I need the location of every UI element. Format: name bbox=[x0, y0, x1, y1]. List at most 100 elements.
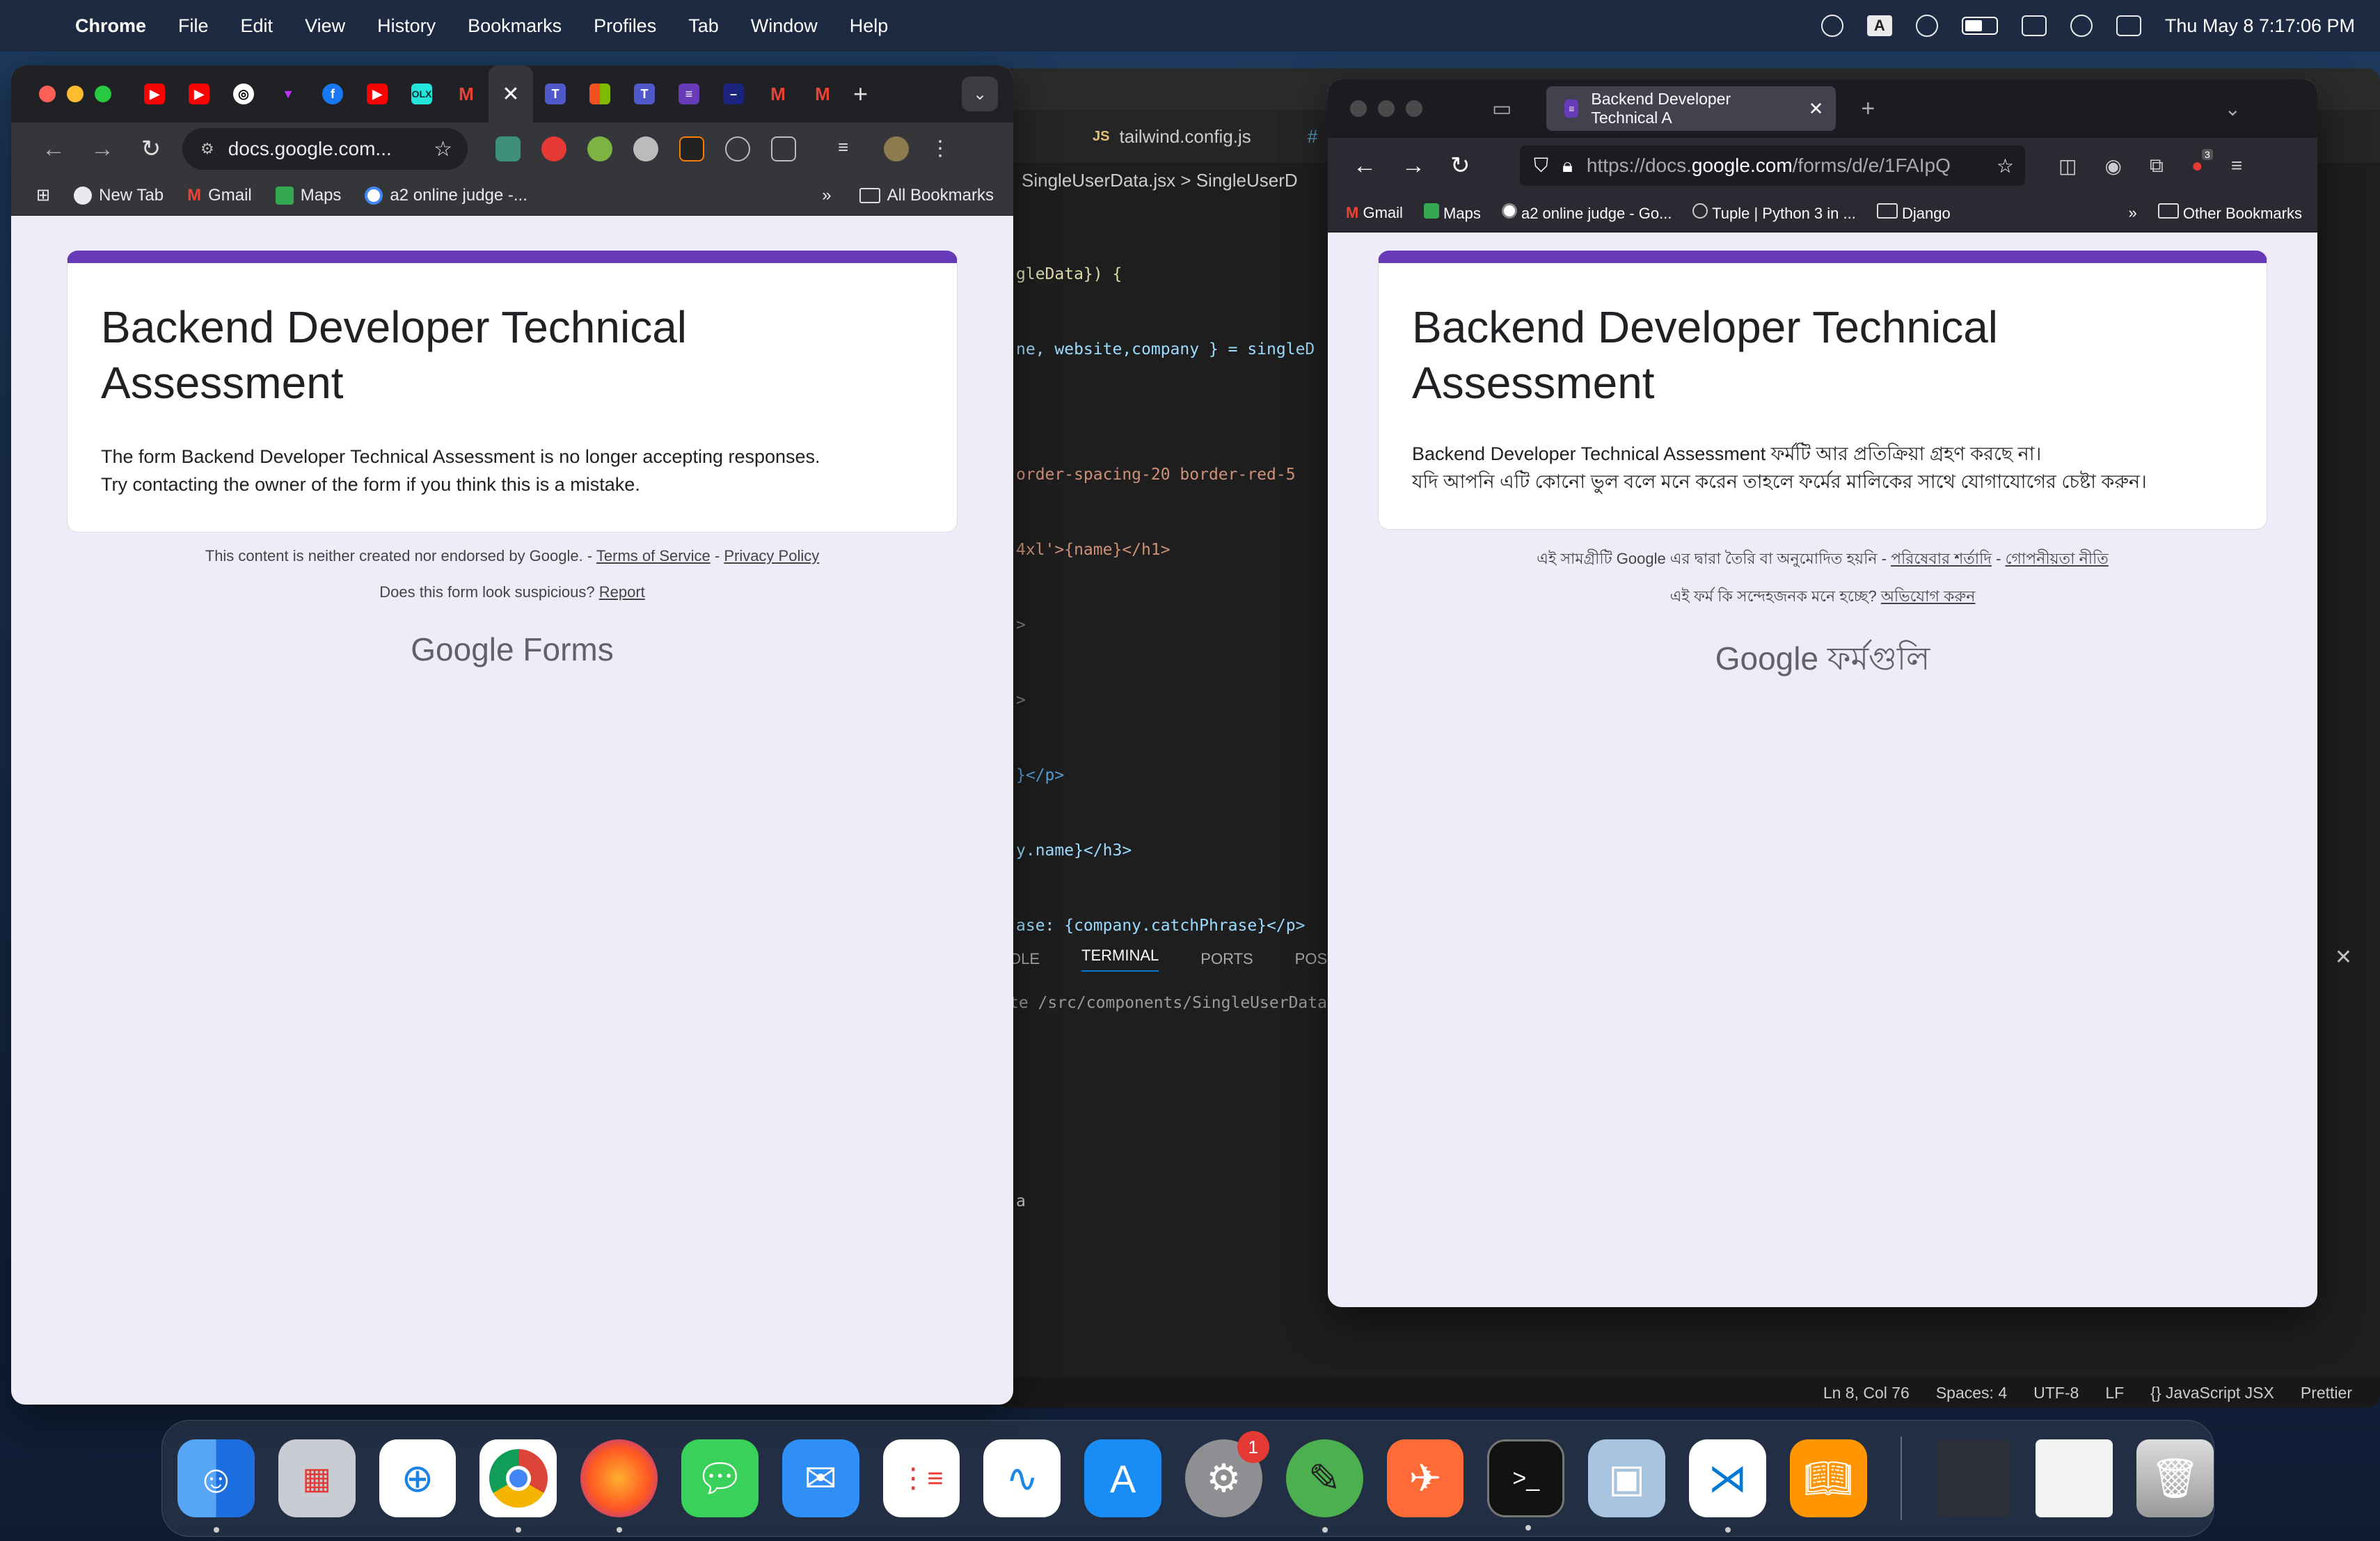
bookmark-tuple-python[interactable]: Tuple | Python 3 in ... bbox=[1692, 203, 1856, 223]
address-bar[interactable]: ⛉ 🔒︎ https://docs.google.com/forms/d/e/1… bbox=[1520, 145, 2025, 186]
privacy-policy-link[interactable]: গোপনীয়তা নীতি bbox=[2006, 550, 2109, 567]
ublock-icon[interactable]: ● 3 bbox=[2191, 149, 2213, 177]
more-bookmarks-icon[interactable]: » bbox=[2128, 204, 2136, 222]
menu-bookmarks[interactable]: Bookmarks bbox=[468, 15, 562, 37]
google-forms-logo[interactable]: Google Forms bbox=[67, 631, 958, 668]
battery-icon[interactable] bbox=[1961, 17, 1998, 35]
menu-history[interactable]: History bbox=[377, 15, 436, 37]
mail-icon[interactable]: ✉ bbox=[782, 1439, 859, 1517]
new-tab-button[interactable]: + bbox=[853, 79, 868, 109]
tab-chatgpt[interactable]: ◎ bbox=[221, 65, 266, 123]
menubar-clock[interactable]: Thu May 8 7:17:06 PM bbox=[2165, 15, 2355, 37]
bookmark-star-icon[interactable]: ☆ bbox=[1997, 155, 2014, 177]
extension-lh-icon[interactable] bbox=[679, 136, 704, 161]
tab-facebook[interactable]: f bbox=[310, 65, 355, 123]
firefox-active-tab[interactable]: ≡ Backend Developer Technical A ✕ bbox=[1546, 86, 1836, 131]
menu-tab[interactable]: Tab bbox=[688, 15, 719, 37]
status-indentation[interactable]: Spaces: 4 bbox=[1936, 1384, 2007, 1402]
bookmark-a2-online-judge[interactable]: a2 online judge - Go... bbox=[1501, 203, 1672, 223]
extension-plus-icon[interactable] bbox=[587, 136, 612, 161]
address-bar[interactable]: ⚙ docs.google.com... ☆ bbox=[182, 128, 468, 170]
link-icon[interactable] bbox=[2021, 15, 2047, 36]
extension-gray-icon[interactable] bbox=[633, 136, 658, 161]
vscode-icon[interactable]: ⋊ bbox=[1689, 1439, 1766, 1533]
bookmark-maps[interactable]: Maps bbox=[275, 186, 341, 205]
bookmark-star-icon[interactable]: ☆ bbox=[434, 137, 452, 161]
close-tab-icon[interactable]: ✕ bbox=[502, 82, 519, 106]
account-icon[interactable]: ◉ bbox=[2104, 155, 2121, 177]
minimized-window-thumbnail[interactable] bbox=[1935, 1439, 2013, 1517]
reload-button[interactable]: ↻ bbox=[1450, 152, 1499, 180]
extension-s-icon[interactable] bbox=[495, 136, 521, 161]
extensions-puzzle-icon[interactable] bbox=[771, 136, 796, 161]
launchpad-icon[interactable]: ▦ bbox=[278, 1439, 356, 1517]
menu-edit[interactable]: Edit bbox=[241, 15, 273, 37]
preview-icon[interactable]: ▣ bbox=[1588, 1439, 1666, 1517]
bookmark-a2-online-judge[interactable]: a2 online judge -... bbox=[365, 186, 527, 205]
system-settings-icon[interactable]: ⚙ 1 bbox=[1184, 1431, 1269, 1517]
apps-grid-icon[interactable]: ⊞ bbox=[36, 185, 50, 205]
chrome-menu-icon[interactable]: ⋮ bbox=[930, 136, 955, 161]
forward-button[interactable]: → bbox=[1402, 152, 1450, 180]
back-button[interactable]: ← bbox=[1353, 152, 1402, 180]
firefox-icon[interactable] bbox=[580, 1439, 658, 1533]
apple-menu-icon[interactable] bbox=[26, 13, 51, 38]
dev-tool-icon[interactable]: ✎ bbox=[1285, 1439, 1363, 1533]
tab-search-button[interactable]: ⌄ bbox=[962, 77, 998, 111]
firefox-menu-icon[interactable]: ≡ bbox=[2231, 155, 2242, 177]
play-icon[interactable] bbox=[1915, 15, 1938, 37]
menu-view[interactable]: View bbox=[305, 15, 345, 37]
menu-app-name[interactable]: Chrome bbox=[75, 15, 146, 37]
panel-close-icon[interactable]: ✕ bbox=[2335, 945, 2352, 970]
panel-tab-terminal[interactable]: TERMINAL bbox=[1081, 947, 1159, 972]
tab-dark-site[interactable]: – bbox=[711, 65, 756, 123]
extension-stop-icon[interactable] bbox=[541, 136, 566, 161]
all-bookmarks-button[interactable]: All Bookmarks bbox=[859, 186, 994, 205]
terms-of-service-link[interactable]: Terms of Service bbox=[596, 547, 711, 564]
site-info-icon[interactable]: ⚙ bbox=[200, 140, 214, 158]
close-window-button[interactable] bbox=[1350, 100, 1367, 117]
bookmark-gmail[interactable]: M Gmail bbox=[1346, 204, 1403, 222]
reading-list-icon[interactable]: ≡ bbox=[838, 136, 863, 161]
panel-tab-console[interactable]: OLE bbox=[1009, 950, 1040, 968]
tab-gmail[interactable]: M bbox=[756, 65, 800, 123]
freeform-icon[interactable]: ∿ bbox=[983, 1439, 1061, 1517]
messages-icon[interactable]: 💬︎ bbox=[681, 1439, 759, 1517]
document-thumbnail[interactable] bbox=[2036, 1439, 2113, 1517]
menu-help[interactable]: Help bbox=[850, 15, 889, 37]
privacy-policy-link[interactable]: Privacy Policy bbox=[724, 547, 819, 564]
close-window-button[interactable] bbox=[39, 86, 56, 102]
bookmark-new-tab[interactable]: New Tab bbox=[74, 186, 164, 205]
tab-gmail[interactable]: M bbox=[444, 65, 489, 123]
app-store-icon[interactable]: A bbox=[1084, 1439, 1161, 1517]
books-icon[interactable]: 📖︎ bbox=[1789, 1439, 1867, 1517]
minimize-window-button[interactable] bbox=[67, 86, 84, 102]
extensions-puzzle-icon[interactable]: ⧉ bbox=[2150, 155, 2164, 177]
tab-olx[interactable]: OLX bbox=[399, 65, 444, 123]
new-tab-button[interactable]: + bbox=[1861, 95, 1875, 123]
back-button[interactable]: ← bbox=[29, 136, 78, 163]
tab-vite[interactable]: ▼ bbox=[266, 65, 310, 123]
panel-tab-ports[interactable]: PORTS bbox=[1200, 950, 1253, 968]
forward-button[interactable]: → bbox=[78, 136, 127, 163]
trash-icon[interactable]: 🗑︎ bbox=[2136, 1439, 2214, 1517]
google-forms-logo[interactable]: Google ফর্মগুলি bbox=[1378, 635, 2267, 688]
tab-teams[interactable]: T bbox=[533, 65, 578, 123]
zoom-window-button[interactable] bbox=[95, 86, 111, 102]
list-tabs-icon[interactable]: ⌄ bbox=[2225, 97, 2241, 120]
tab-microsoft[interactable] bbox=[578, 65, 622, 123]
close-tab-icon[interactable]: ✕ bbox=[1809, 98, 1824, 120]
tab-overview-icon[interactable]: ▭ bbox=[1492, 97, 1512, 121]
terminal-output[interactable]: te /src/components/SingleUserData bbox=[1009, 994, 1327, 1012]
menu-file[interactable]: File bbox=[178, 15, 209, 37]
react-devtools-icon[interactable] bbox=[725, 136, 750, 161]
pocket-icon[interactable]: ◫ bbox=[2058, 155, 2077, 177]
vpn-icon[interactable] bbox=[1820, 15, 1843, 37]
status-cursor-position[interactable]: Ln 8, Col 76 bbox=[1823, 1384, 1910, 1402]
profile-avatar[interactable] bbox=[884, 136, 909, 161]
search-icon[interactable] bbox=[2070, 15, 2093, 37]
tab-youtube[interactable]: ▶ bbox=[355, 65, 399, 123]
minimize-window-button[interactable] bbox=[1378, 100, 1395, 117]
menu-window[interactable]: Window bbox=[751, 15, 818, 37]
control-center-icon[interactable] bbox=[2116, 15, 2141, 36]
